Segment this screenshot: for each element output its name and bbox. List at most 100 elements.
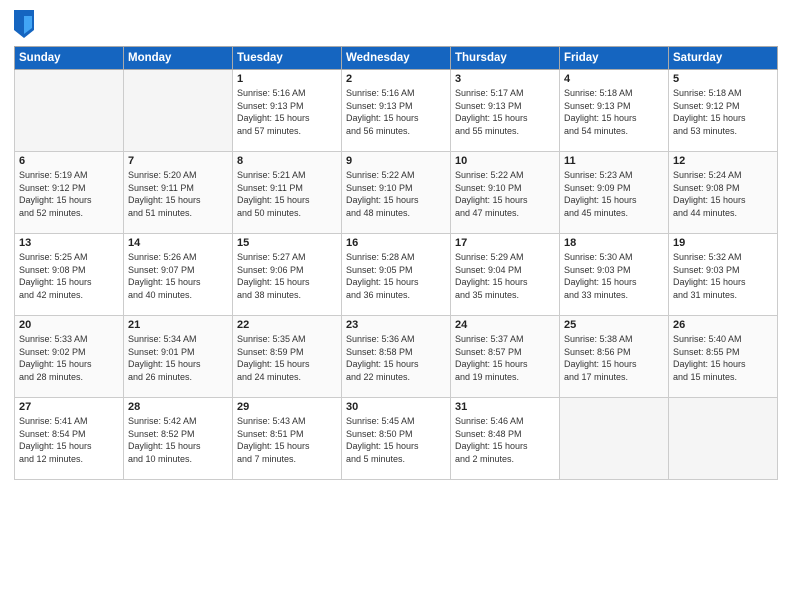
week-row-4: 20 Sunrise: 5:33 AM Sunset: 9:02 PM Dayli… [15, 316, 778, 398]
day-number: 5 [673, 73, 773, 85]
day-number: 13 [19, 237, 119, 249]
calendar-cell: 14 Sunrise: 5:26 AM Sunset: 9:07 PM Dayli… [124, 234, 233, 316]
day-number: 24 [455, 319, 555, 331]
calendar-cell [669, 398, 778, 480]
day-number: 2 [346, 73, 446, 85]
day-info: Sunrise: 5:40 AM Sunset: 8:55 PM Dayligh… [673, 333, 773, 383]
weekday-saturday: Saturday [669, 47, 778, 70]
day-number: 28 [128, 401, 228, 413]
calendar-cell [124, 70, 233, 152]
day-number: 15 [237, 237, 337, 249]
day-info: Sunrise: 5:33 AM Sunset: 9:02 PM Dayligh… [19, 333, 119, 383]
day-number: 12 [673, 155, 773, 167]
day-info: Sunrise: 5:20 AM Sunset: 9:11 PM Dayligh… [128, 169, 228, 219]
calendar-cell [15, 70, 124, 152]
day-number: 10 [455, 155, 555, 167]
calendar-cell: 27Sunrise: 5:41 AM Sunset: 8:54 PM Dayli… [15, 398, 124, 480]
day-number: 23 [346, 319, 446, 331]
day-info: Sunrise: 5:26 AM Sunset: 9:07 PM Dayligh… [128, 251, 228, 301]
weekday-header-row: SundayMondayTuesdayWednesdayThursdayFrid… [15, 47, 778, 70]
calendar-cell: 17 Sunrise: 5:29 AM Sunset: 9:04 PM Dayli… [451, 234, 560, 316]
logo-icon [14, 10, 34, 38]
weekday-tuesday: Tuesday [233, 47, 342, 70]
day-info: Sunrise: 5:45 AM Sunset: 8:50 PM Dayligh… [346, 415, 446, 465]
day-number: 1 [237, 73, 337, 85]
day-info: Sunrise: 5:36 AM Sunset: 8:58 PM Dayligh… [346, 333, 446, 383]
calendar-cell: 1 Sunrise: 5:16 AM Sunset: 9:13 PM Daylig… [233, 70, 342, 152]
day-number: 17 [455, 237, 555, 249]
calendar-cell: 4 Sunrise: 5:18 AM Sunset: 9:13 PM Daylig… [560, 70, 669, 152]
weekday-monday: Monday [124, 47, 233, 70]
day-number: 19 [673, 237, 773, 249]
logo [14, 10, 37, 38]
day-number: 11 [564, 155, 664, 167]
day-number: 31 [455, 401, 555, 413]
day-info: Sunrise: 5:16 AM Sunset: 9:13 PM Dayligh… [346, 87, 446, 137]
day-number: 22 [237, 319, 337, 331]
day-number: 25 [564, 319, 664, 331]
day-number: 3 [455, 73, 555, 85]
calendar-cell: 13 Sunrise: 5:25 AM Sunset: 9:08 PM Dayli… [15, 234, 124, 316]
day-number: 26 [673, 319, 773, 331]
calendar-cell: 21 Sunrise: 5:34 AM Sunset: 9:01 PM Dayli… [124, 316, 233, 398]
day-number: 21 [128, 319, 228, 331]
calendar-cell: 12 Sunrise: 5:24 AM Sunset: 9:08 PM Dayli… [669, 152, 778, 234]
day-number: 4 [564, 73, 664, 85]
page: SundayMondayTuesdayWednesdayThursdayFrid… [0, 0, 792, 612]
day-info: Sunrise: 5:25 AM Sunset: 9:08 PM Dayligh… [19, 251, 119, 301]
calendar-cell: 15 Sunrise: 5:27 AM Sunset: 9:06 PM Dayli… [233, 234, 342, 316]
day-info: Sunrise: 5:22 AM Sunset: 9:10 PM Dayligh… [346, 169, 446, 219]
day-number: 29 [237, 401, 337, 413]
day-info: Sunrise: 5:30 AM Sunset: 9:03 PM Dayligh… [564, 251, 664, 301]
day-info: Sunrise: 5:42 AM Sunset: 8:52 PM Dayligh… [128, 415, 228, 465]
day-info: Sunrise: 5:27 AM Sunset: 9:06 PM Dayligh… [237, 251, 337, 301]
day-info: Sunrise: 5:41 AM Sunset: 8:54 PM Dayligh… [19, 415, 119, 465]
calendar-cell [560, 398, 669, 480]
day-info: Sunrise: 5:35 AM Sunset: 8:59 PM Dayligh… [237, 333, 337, 383]
day-number: 8 [237, 155, 337, 167]
calendar-cell: 8 Sunrise: 5:21 AM Sunset: 9:11 PM Daylig… [233, 152, 342, 234]
calendar-cell: 28 Sunrise: 5:42 AM Sunset: 8:52 PM Dayli… [124, 398, 233, 480]
day-info: Sunrise: 5:22 AM Sunset: 9:10 PM Dayligh… [455, 169, 555, 219]
day-number: 20 [19, 319, 119, 331]
week-row-5: 27Sunrise: 5:41 AM Sunset: 8:54 PM Dayli… [15, 398, 778, 480]
day-info: Sunrise: 5:21 AM Sunset: 9:11 PM Dayligh… [237, 169, 337, 219]
calendar-cell: 6 Sunrise: 5:19 AM Sunset: 9:12 PM Daylig… [15, 152, 124, 234]
calendar-cell: 19 Sunrise: 5:32 AM Sunset: 9:03 PM Dayli… [669, 234, 778, 316]
day-info: Sunrise: 5:18 AM Sunset: 9:13 PM Dayligh… [564, 87, 664, 137]
day-info: Sunrise: 5:24 AM Sunset: 9:08 PM Dayligh… [673, 169, 773, 219]
day-number: 14 [128, 237, 228, 249]
day-info: Sunrise: 5:28 AM Sunset: 9:05 PM Dayligh… [346, 251, 446, 301]
day-info: Sunrise: 5:23 AM Sunset: 9:09 PM Dayligh… [564, 169, 664, 219]
day-number: 6 [19, 155, 119, 167]
calendar-cell: 24 Sunrise: 5:37 AM Sunset: 8:57 PM Dayli… [451, 316, 560, 398]
calendar-cell: 5Sunrise: 5:18 AM Sunset: 9:12 PM Daylig… [669, 70, 778, 152]
day-info: Sunrise: 5:32 AM Sunset: 9:03 PM Dayligh… [673, 251, 773, 301]
calendar-cell: 16Sunrise: 5:28 AM Sunset: 9:05 PM Dayli… [342, 234, 451, 316]
day-info: Sunrise: 5:37 AM Sunset: 8:57 PM Dayligh… [455, 333, 555, 383]
week-row-1: 1 Sunrise: 5:16 AM Sunset: 9:13 PM Daylig… [15, 70, 778, 152]
calendar-cell: 20 Sunrise: 5:33 AM Sunset: 9:02 PM Dayli… [15, 316, 124, 398]
calendar-cell: 23 Sunrise: 5:36 AM Sunset: 8:58 PM Dayli… [342, 316, 451, 398]
day-info: Sunrise: 5:29 AM Sunset: 9:04 PM Dayligh… [455, 251, 555, 301]
calendar-cell: 9Sunrise: 5:22 AM Sunset: 9:10 PM Daylig… [342, 152, 451, 234]
header [14, 10, 778, 38]
day-info: Sunrise: 5:19 AM Sunset: 9:12 PM Dayligh… [19, 169, 119, 219]
day-info: Sunrise: 5:16 AM Sunset: 9:13 PM Dayligh… [237, 87, 337, 137]
day-number: 30 [346, 401, 446, 413]
calendar-cell: 31 Sunrise: 5:46 AM Sunset: 8:48 PM Dayli… [451, 398, 560, 480]
calendar-cell: 2 Sunrise: 5:16 AM Sunset: 9:13 PM Daylig… [342, 70, 451, 152]
day-number: 7 [128, 155, 228, 167]
calendar-cell: 30 Sunrise: 5:45 AM Sunset: 8:50 PM Dayli… [342, 398, 451, 480]
calendar-cell: 22 Sunrise: 5:35 AM Sunset: 8:59 PM Dayli… [233, 316, 342, 398]
weekday-wednesday: Wednesday [342, 47, 451, 70]
weekday-sunday: Sunday [15, 47, 124, 70]
day-info: Sunrise: 5:43 AM Sunset: 8:51 PM Dayligh… [237, 415, 337, 465]
day-info: Sunrise: 5:34 AM Sunset: 9:01 PM Dayligh… [128, 333, 228, 383]
day-info: Sunrise: 5:46 AM Sunset: 8:48 PM Dayligh… [455, 415, 555, 465]
calendar-cell: 3 Sunrise: 5:17 AM Sunset: 9:13 PM Daylig… [451, 70, 560, 152]
day-info: Sunrise: 5:17 AM Sunset: 9:13 PM Dayligh… [455, 87, 555, 137]
weekday-friday: Friday [560, 47, 669, 70]
week-row-3: 13 Sunrise: 5:25 AM Sunset: 9:08 PM Dayli… [15, 234, 778, 316]
calendar-cell: 18Sunrise: 5:30 AM Sunset: 9:03 PM Dayli… [560, 234, 669, 316]
